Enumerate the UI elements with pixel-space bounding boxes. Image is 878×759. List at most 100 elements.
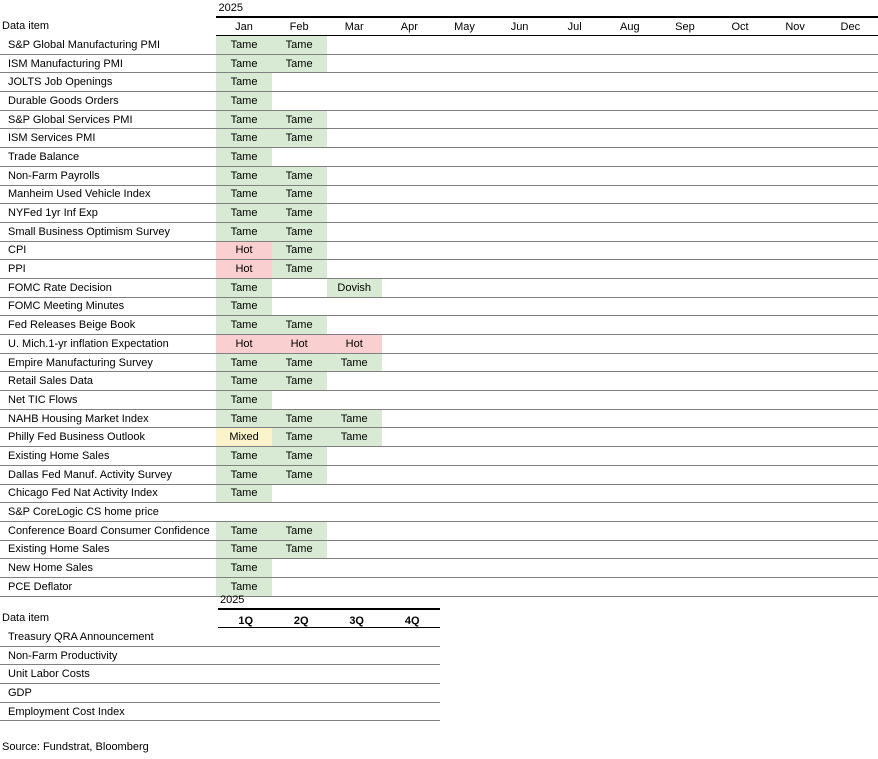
empty-cell[interactable] bbox=[602, 203, 658, 223]
empty-cell[interactable] bbox=[822, 577, 878, 597]
empty-cell[interactable] bbox=[384, 702, 440, 722]
empty-cell[interactable] bbox=[822, 484, 878, 504]
empty-cell[interactable] bbox=[547, 128, 603, 149]
empty-cell[interactable] bbox=[767, 110, 823, 130]
empty-cell[interactable] bbox=[822, 465, 878, 485]
empty-cell[interactable] bbox=[436, 72, 493, 93]
empty-cell[interactable] bbox=[436, 409, 493, 429]
empty-cell[interactable] bbox=[712, 484, 768, 504]
empty-cell[interactable] bbox=[657, 72, 713, 93]
empty-cell[interactable] bbox=[381, 297, 437, 317]
empty-cell[interactable] bbox=[602, 185, 658, 205]
status-cell[interactable]: Tame bbox=[271, 166, 327, 186]
empty-cell[interactable] bbox=[492, 334, 548, 354]
monthly-column-header-feb[interactable]: Feb bbox=[271, 17, 327, 36]
empty-cell[interactable] bbox=[657, 166, 713, 186]
empty-cell[interactable] bbox=[547, 334, 603, 354]
empty-cell[interactable] bbox=[271, 558, 327, 578]
empty-cell[interactable] bbox=[767, 540, 823, 560]
empty-cell[interactable] bbox=[657, 259, 713, 279]
empty-cell[interactable] bbox=[381, 259, 437, 279]
empty-cell[interactable] bbox=[712, 259, 768, 279]
empty-cell[interactable] bbox=[326, 91, 382, 111]
empty-cell[interactable] bbox=[712, 371, 768, 392]
empty-cell[interactable] bbox=[547, 110, 603, 130]
status-cell[interactable]: Tame bbox=[216, 540, 272, 560]
empty-cell[interactable] bbox=[767, 409, 823, 429]
empty-cell[interactable] bbox=[767, 371, 823, 392]
empty-cell[interactable] bbox=[547, 446, 603, 466]
empty-cell[interactable] bbox=[547, 54, 603, 74]
empty-cell[interactable] bbox=[547, 166, 603, 186]
empty-cell[interactable] bbox=[217, 646, 274, 666]
empty-cell[interactable] bbox=[822, 297, 878, 317]
empty-cell[interactable] bbox=[657, 203, 713, 223]
empty-cell[interactable] bbox=[436, 185, 493, 205]
empty-cell[interactable] bbox=[326, 521, 382, 541]
status-cell[interactable]: Tame bbox=[271, 371, 327, 392]
empty-cell[interactable] bbox=[436, 353, 493, 373]
empty-cell[interactable] bbox=[326, 446, 382, 466]
status-cell[interactable]: Tame bbox=[216, 521, 272, 541]
empty-cell[interactable] bbox=[547, 259, 603, 279]
empty-cell[interactable] bbox=[767, 334, 823, 354]
empty-cell[interactable] bbox=[436, 502, 493, 522]
empty-cell[interactable] bbox=[767, 278, 823, 298]
empty-cell[interactable] bbox=[657, 35, 713, 55]
status-cell[interactable]: Hot bbox=[326, 334, 382, 354]
empty-cell[interactable] bbox=[822, 502, 878, 522]
empty-cell[interactable] bbox=[271, 484, 327, 504]
empty-cell[interactable] bbox=[384, 646, 440, 666]
empty-cell[interactable] bbox=[492, 128, 548, 149]
status-cell[interactable]: Tame bbox=[216, 110, 272, 130]
empty-cell[interactable] bbox=[767, 147, 823, 167]
empty-cell[interactable] bbox=[326, 297, 382, 317]
empty-cell[interactable] bbox=[657, 147, 713, 167]
empty-cell[interactable] bbox=[547, 540, 603, 560]
empty-cell[interactable] bbox=[767, 185, 823, 205]
empty-cell[interactable] bbox=[657, 334, 713, 354]
empty-cell[interactable] bbox=[712, 390, 768, 410]
empty-cell[interactable] bbox=[767, 259, 823, 279]
status-cell[interactable]: Tame bbox=[326, 409, 382, 429]
empty-cell[interactable] bbox=[271, 278, 327, 298]
empty-cell[interactable] bbox=[602, 558, 658, 578]
empty-cell[interactable] bbox=[436, 297, 493, 317]
empty-cell[interactable] bbox=[657, 110, 713, 130]
empty-cell[interactable] bbox=[712, 353, 768, 373]
empty-cell[interactable] bbox=[822, 222, 878, 242]
empty-cell[interactable] bbox=[767, 128, 823, 149]
empty-cell[interactable] bbox=[381, 166, 437, 186]
empty-cell[interactable] bbox=[767, 241, 823, 261]
status-cell[interactable]: Tame bbox=[216, 390, 272, 410]
empty-cell[interactable] bbox=[712, 297, 768, 317]
empty-cell[interactable] bbox=[326, 203, 382, 223]
empty-cell[interactable] bbox=[547, 203, 603, 223]
status-cell[interactable]: Tame bbox=[216, 72, 272, 93]
empty-cell[interactable] bbox=[273, 683, 329, 703]
empty-cell[interactable] bbox=[547, 502, 603, 522]
empty-cell[interactable] bbox=[547, 484, 603, 504]
empty-cell[interactable] bbox=[602, 390, 658, 410]
empty-cell[interactable] bbox=[326, 166, 382, 186]
empty-cell[interactable] bbox=[492, 315, 548, 335]
empty-cell[interactable] bbox=[436, 427, 493, 448]
empty-cell[interactable] bbox=[767, 558, 823, 578]
empty-cell[interactable] bbox=[547, 427, 603, 448]
empty-cell[interactable] bbox=[657, 185, 713, 205]
empty-cell[interactable] bbox=[271, 147, 327, 167]
status-cell[interactable]: Tame bbox=[326, 353, 382, 373]
empty-cell[interactable] bbox=[712, 203, 768, 223]
empty-cell[interactable] bbox=[328, 683, 385, 703]
status-cell[interactable]: Tame bbox=[216, 484, 272, 504]
empty-cell[interactable] bbox=[712, 35, 768, 55]
empty-cell[interactable] bbox=[326, 241, 382, 261]
empty-cell[interactable] bbox=[712, 427, 768, 448]
empty-cell[interactable] bbox=[712, 521, 768, 541]
status-cell[interactable]: Tame bbox=[271, 353, 327, 373]
empty-cell[interactable] bbox=[547, 222, 603, 242]
empty-cell[interactable] bbox=[384, 627, 440, 647]
empty-cell[interactable] bbox=[657, 128, 713, 149]
empty-cell[interactable] bbox=[657, 446, 713, 466]
status-cell[interactable]: Hot bbox=[271, 334, 327, 354]
